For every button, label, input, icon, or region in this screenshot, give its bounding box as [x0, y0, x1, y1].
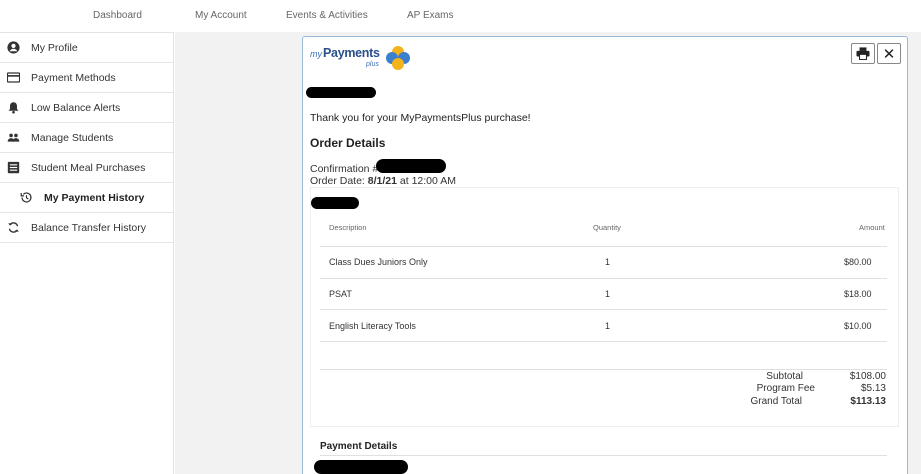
confirmation-label: Confirmation # — [310, 163, 379, 175]
sidebar-item-balance-transfer-history[interactable]: Balance Transfer History — [0, 213, 173, 243]
item-description: Class Dues Juniors Only — [329, 257, 428, 267]
nav-ap-exams[interactable]: AP Exams — [407, 10, 454, 21]
sidebar-item-label: Low Balance Alerts — [31, 102, 121, 114]
sidebar-item-manage-students[interactable]: Manage Students — [0, 123, 173, 153]
sidebar-item-label: Balance Transfer History — [31, 222, 146, 234]
column-header-amount: Amount — [859, 223, 885, 232]
nav-events-activities[interactable]: Events & Activities — [286, 10, 368, 21]
credit-card-icon — [7, 72, 20, 83]
item-amount: $80.00 — [844, 257, 872, 267]
subtotal-value: $108.00 — [849, 371, 886, 382]
list-icon — [7, 161, 20, 174]
sidebar-item-my-profile[interactable]: My Profile — [0, 33, 173, 63]
item-quantity: 1 — [605, 289, 611, 299]
column-header-description: Description — [329, 223, 367, 232]
sync-icon — [8, 222, 19, 233]
logo-mark-icon — [386, 46, 410, 70]
redacted-name — [306, 87, 376, 98]
thank-you-message: Thank you for your MyPaymentsPlus purcha… — [310, 112, 531, 124]
divider — [320, 369, 887, 370]
item-amount: $18.00 — [844, 289, 872, 299]
column-header-quantity: Quantity — [593, 223, 621, 232]
grand-total-label: Grand Total — [750, 396, 802, 407]
sidebar-item-label: Student Meal Purchases — [31, 162, 146, 174]
order-details-heading: Order Details — [310, 136, 386, 150]
sidebar-item-my-payment-history[interactable]: My Payment History — [0, 183, 173, 213]
printer-icon — [856, 47, 870, 60]
top-nav: Dashboard My Account Events & Activities… — [0, 0, 921, 32]
nav-dashboard[interactable]: Dashboard — [93, 10, 142, 21]
order-time: at 12:00 AM — [399, 175, 456, 187]
divider — [320, 341, 887, 342]
logo-payments: Payments — [323, 46, 380, 60]
item-quantity: 1 — [605, 321, 611, 331]
receipt-panel: my Payments plus ✕ Thank you for your My… — [302, 36, 908, 474]
subtotal-label: Subtotal — [766, 371, 803, 382]
sidebar-item-student-meal-purchases[interactable]: Student Meal Purchases — [0, 153, 173, 183]
print-button[interactable] — [851, 43, 875, 64]
divider — [320, 455, 887, 456]
redacted-student-name — [311, 197, 359, 209]
item-description: English Literacy Tools — [329, 321, 416, 331]
order-date-label: Order Date: — [310, 175, 365, 187]
close-icon: ✕ — [882, 45, 896, 63]
order-date: Order Date: 8/1/21 at 12:00 AM — [310, 175, 456, 187]
sidebar-item-payment-methods[interactable]: Payment Methods — [0, 63, 173, 93]
divider — [320, 246, 887, 247]
sidebar-item-label: My Profile — [31, 42, 78, 54]
mypaymentsplus-logo: my Payments plus — [310, 46, 410, 72]
users-icon — [7, 133, 20, 142]
nav-my-account[interactable]: My Account — [195, 10, 247, 21]
sidebar-item-label: Manage Students — [31, 132, 114, 144]
sidebar-item-label: My Payment History — [44, 192, 145, 204]
divider — [320, 278, 887, 279]
item-description: PSAT — [329, 289, 352, 299]
redacted-confirmation-number — [376, 159, 446, 173]
grand-total-value: $113.13 — [850, 396, 886, 407]
sidebar: My Profile Payment Methods Low Balance A… — [0, 32, 174, 474]
redacted-payment-info — [314, 460, 408, 474]
sidebar-item-label: Payment Methods — [31, 72, 116, 84]
sidebar-item-low-balance-alerts[interactable]: Low Balance Alerts — [0, 93, 173, 123]
bell-icon — [8, 102, 19, 114]
close-button[interactable]: ✕ — [877, 43, 901, 64]
program-fee-label: Program Fee — [756, 383, 815, 394]
history-icon — [20, 192, 32, 203]
payment-details-heading: Payment Details — [320, 441, 398, 452]
item-quantity: 1 — [605, 257, 611, 267]
user-circle-icon — [7, 41, 20, 54]
divider — [320, 309, 887, 310]
program-fee-value: $5.13 — [860, 383, 886, 394]
logo-plus: plus — [366, 61, 379, 68]
order-date-value: 8/1/21 — [367, 175, 397, 187]
item-amount: $10.00 — [844, 321, 872, 331]
logo-my: my — [310, 49, 322, 59]
